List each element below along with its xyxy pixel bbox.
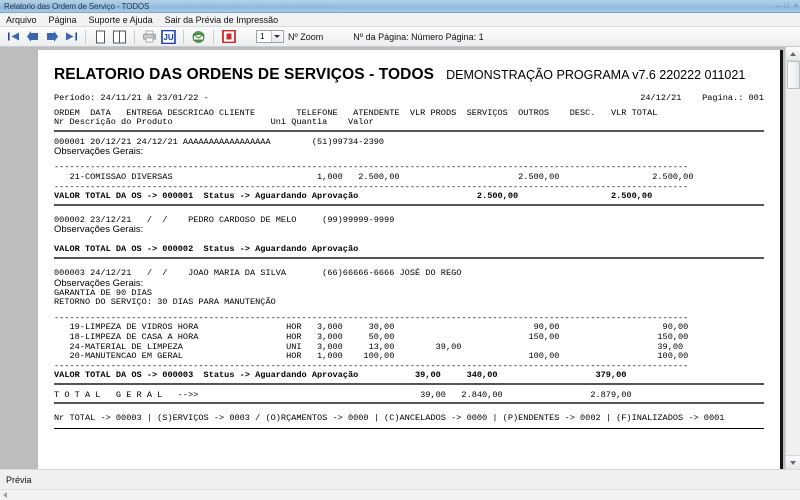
order-header: 000002 23/12/21 / / PEDRO CARDOSO DE MEL… xyxy=(54,216,764,226)
menu-item-sair-da-previa-de-impressao[interactable]: Sair da Prévia de Impressão xyxy=(165,15,286,25)
summary-rule xyxy=(54,428,764,429)
scrollbar-thumb[interactable] xyxy=(787,61,800,89)
order-observation-line: RETORNO DO SERVIÇO: 30 DIAS PARA MANUTEN… xyxy=(54,298,764,308)
toolbar-separator-4 xyxy=(213,30,214,44)
column-header-line-2: Nr Descrição do Produto Uni Quantia Valo… xyxy=(54,118,764,128)
report-column-headers: ORDEM DATA ENTREGA DESCRICAO CLIENTE TEL… xyxy=(48,104,768,132)
zoom-label: Nº Zoom xyxy=(288,32,323,42)
order-observations-label: Observações Gerais: xyxy=(54,225,764,235)
order-block: 000003 24/12/21 / / JOAO MARIA DA SILVA … xyxy=(48,259,768,385)
report-date: 24/12/21 xyxy=(640,93,681,103)
zoom-control: 1 Nº Zoom xyxy=(256,30,323,43)
report-page-number: Pagina.: 001 xyxy=(702,93,764,103)
report-date-page: 24/12/21 Pagina.: 001 xyxy=(640,94,764,104)
scroll-down-button[interactable] xyxy=(786,455,800,469)
grand-total-row: T O T A L G E R A L -->> 39,00 2.840,00 … xyxy=(54,391,764,401)
report-period: Período: 24/11/21 à 23/01/22 - xyxy=(54,94,209,104)
order-observations-label: Observações Gerais: xyxy=(54,147,764,157)
menu-item-arquivo[interactable]: Arquivo xyxy=(6,15,44,25)
scroll-up-button[interactable] xyxy=(786,47,800,61)
report-title: RELATORIO DAS ORDENS DE SERVIÇOS - TODOS xyxy=(54,66,434,84)
first-page-icon[interactable] xyxy=(4,28,23,45)
window-title: Relatorio das Ordem de Serviço - TODOS xyxy=(0,2,149,11)
close-button[interactable]: × xyxy=(794,3,798,10)
window-title-secondary: Demonstração Programa - Demonstração Win… xyxy=(149,2,338,11)
close-preview-icon[interactable] xyxy=(219,28,238,45)
preview-canvas: RELATORIO DAS ORDENS DE SERVIÇOS - TODOS… xyxy=(0,47,800,469)
pdf-export-icon[interactable]: JU xyxy=(159,28,178,45)
horizontal-scroll-strip[interactable] xyxy=(0,489,800,500)
report-period-row: Período: 24/11/21 à 23/01/22 - 24/12/21 … xyxy=(48,84,768,104)
order-block: 000001 20/12/21 24/12/21 AAAAAAAAAAAAAAA… xyxy=(48,132,768,206)
menu-item-suporte-e-ajuda[interactable]: Suporte e Ajuda xyxy=(89,15,160,25)
toolbar: JU 1 Nº Zoom Nº da Página: N xyxy=(0,27,800,47)
minimize-button[interactable]: – xyxy=(776,3,780,10)
zoom-value: 1 xyxy=(260,32,264,41)
previous-page-icon[interactable] xyxy=(23,28,42,45)
report-title-row: RELATORIO DAS ORDENS DE SERVIÇOS - TODOS… xyxy=(48,56,768,84)
report-page: RELATORIO DAS ORDENS DE SERVIÇOS - TODOS… xyxy=(38,50,783,469)
email-icon[interactable] xyxy=(189,28,208,45)
print-preview-window: Relatorio das Ordem de Serviço - TODOS D… xyxy=(0,0,800,500)
order-total-row: VALOR TOTAL DA OS -> 000003 Status -> Ag… xyxy=(54,371,764,381)
toolbar-separator-3 xyxy=(183,30,184,44)
grand-total-block: T O T A L G E R A L -->> 39,00 2.840,00 … xyxy=(48,385,768,429)
toolbar-separator-2 xyxy=(134,30,135,44)
print-icon[interactable] xyxy=(140,28,159,45)
menu-item-pagina[interactable]: Página xyxy=(49,15,84,25)
report-demo-banner: DEMONSTRAÇÃO PROGRAMA v7.6 220222 011021 xyxy=(446,68,745,82)
maximize-button[interactable]: □ xyxy=(785,3,789,10)
last-page-icon[interactable] xyxy=(61,28,80,45)
page-number-label: Nº da Página: Número Página: 1 xyxy=(353,32,483,42)
order-total-row: VALOR TOTAL DA OS -> 000001 Status -> Ag… xyxy=(54,192,764,202)
next-page-icon[interactable] xyxy=(42,28,61,45)
order-header: 000003 24/12/21 / / JOAO MARIA DA SILVA … xyxy=(54,269,764,279)
order-header: 000001 20/12/21 24/12/21 AAAAAAAAAAAAAAA… xyxy=(54,138,764,148)
zoom-select[interactable]: 1 xyxy=(256,30,284,43)
scroll-left-icon[interactable] xyxy=(3,492,7,498)
order-total-row: VALOR TOTAL DA OS -> 000002 Status -> Ag… xyxy=(54,245,764,255)
summary-row: Nr TOTAL -> 00003 | (S)ERVIÇOS -> 0003 /… xyxy=(54,414,764,424)
toolbar-separator-1 xyxy=(85,30,86,44)
status-bar: Prévia xyxy=(0,469,800,489)
svg-text:JU: JU xyxy=(163,33,173,42)
report-sheet: RELATORIO DAS ORDENS DE SERVIÇOS - TODOS… xyxy=(38,50,780,429)
menu-bar: Arquivo Página Suporte e Ajuda Sair da P… xyxy=(0,13,800,27)
vertical-scrollbar[interactable] xyxy=(785,47,800,469)
order-block: 000002 23/12/21 / / PEDRO CARDOSO DE MEL… xyxy=(48,206,768,259)
order-observations-label: Observações Gerais: xyxy=(54,279,764,289)
single-page-icon[interactable] xyxy=(91,28,110,45)
two-page-icon[interactable] xyxy=(110,28,129,45)
chevron-down-icon[interactable] xyxy=(271,31,282,42)
window-title-bar: Relatorio das Ordem de Serviço - TODOS D… xyxy=(0,0,800,13)
window-controls: – □ × xyxy=(776,0,798,13)
status-label: Prévia xyxy=(6,475,32,485)
